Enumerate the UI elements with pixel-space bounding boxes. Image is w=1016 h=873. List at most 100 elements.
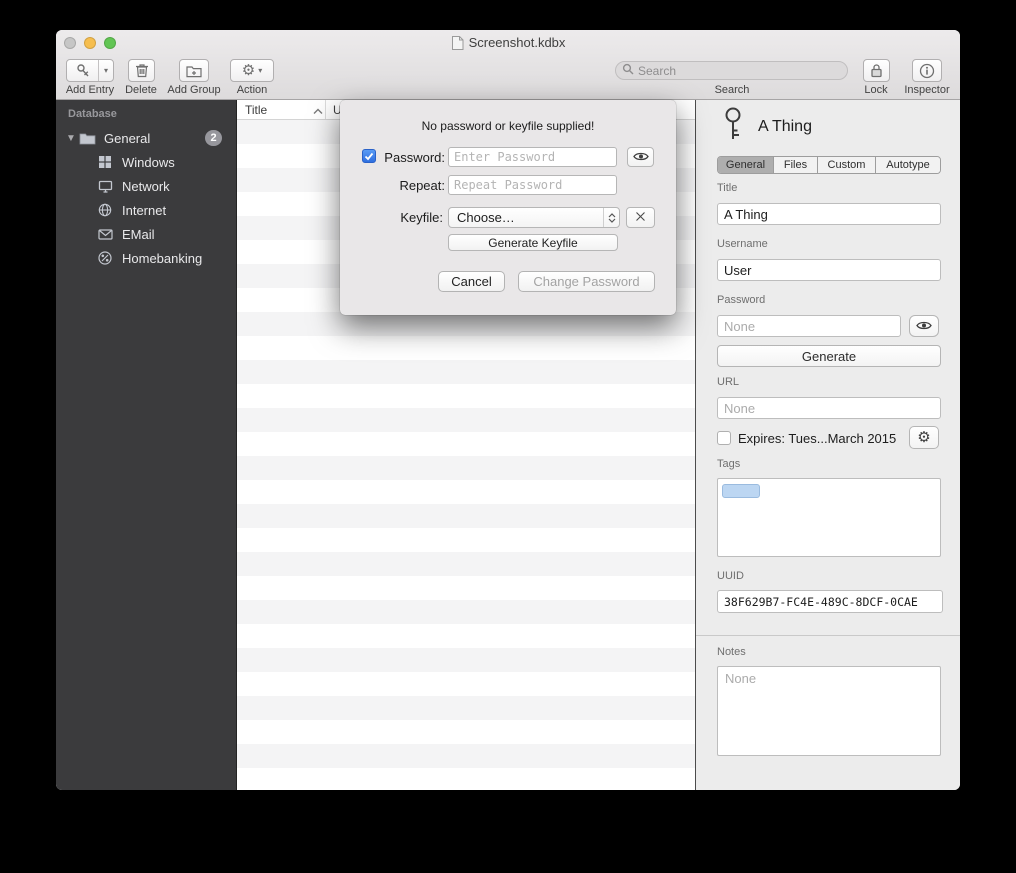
app-window: Screenshot.kdbx ▾ Add Entry Delete (56, 30, 960, 790)
password-label: Password (717, 294, 765, 306)
reveal-password-button[interactable] (909, 315, 939, 337)
title-field[interactable] (717, 203, 941, 225)
add-entry-button[interactable]: ▾ (66, 59, 114, 82)
sidebar: Database ▼ General 2 Windows Networ (56, 100, 237, 790)
globe-icon (96, 203, 114, 217)
url-field[interactable] (717, 397, 941, 419)
search-label: Search (696, 84, 768, 96)
tag-token[interactable] (722, 484, 760, 498)
add-entry-dropdown-arrow[interactable]: ▾ (98, 60, 113, 81)
document-icon (451, 36, 464, 53)
password-field[interactable] (717, 315, 901, 337)
entry-title: A Thing (758, 118, 812, 136)
dialog-message: No password or keyfile supplied! (340, 119, 676, 133)
tags-label: Tags (717, 458, 740, 470)
add-folder-icon (186, 64, 202, 78)
tab-custom[interactable]: Custom (818, 157, 876, 173)
mail-icon (96, 229, 114, 240)
add-group-button[interactable] (179, 59, 209, 82)
sidebar-item-internet[interactable]: Internet (56, 198, 236, 222)
action-button[interactable]: ⚙ ▾ (230, 59, 274, 82)
folder-icon (78, 132, 96, 145)
keyfile-popup[interactable]: Choose… (448, 207, 620, 228)
close-x-icon (635, 210, 646, 225)
notes-field[interactable] (717, 666, 941, 756)
password-checkbox[interactable] (362, 149, 376, 163)
action-dropdown-arrow: ▾ (258, 66, 262, 75)
expires-checkbox[interactable] (717, 431, 731, 445)
windows-icon (96, 155, 114, 169)
action-label: Action (224, 84, 280, 96)
entry-key-icon (719, 106, 747, 147)
trash-icon (135, 63, 149, 78)
sidebar-item-label: Network (122, 179, 170, 194)
sidebar-item-network[interactable]: Network (56, 174, 236, 198)
window-chrome: Screenshot.kdbx ▾ Add Entry Delete (56, 30, 960, 100)
window-title: Screenshot.kdbx (56, 35, 960, 53)
gear-icon: ⚙ (242, 63, 255, 78)
check-icon (364, 152, 374, 161)
sidebar-group-general[interactable]: ▼ General 2 (56, 126, 236, 150)
search-input[interactable] (638, 64, 841, 78)
tab-files[interactable]: Files (774, 157, 818, 173)
gear-icon: ⚙ (917, 430, 930, 445)
title-label: Title (717, 182, 737, 194)
key-icon (67, 63, 98, 79)
stepper-arrows-icon (603, 208, 619, 227)
sidebar-item-windows[interactable]: Windows (56, 150, 236, 174)
uuid-field[interactable] (717, 590, 943, 613)
sidebar-item-email[interactable]: EMail (56, 222, 236, 246)
tab-general[interactable]: General (718, 157, 774, 173)
sidebar-item-homebanking[interactable]: Homebanking (56, 246, 236, 270)
change-password-button[interactable]: Change Password (518, 271, 655, 292)
eye-icon (633, 150, 649, 165)
dialog-repeat-input[interactable] (448, 175, 617, 195)
expires-settings-button[interactable]: ⚙ (909, 426, 939, 449)
sidebar-item-label: Internet (122, 203, 166, 218)
dialog-keyfile-label: Keyfile: (378, 210, 443, 225)
network-icon (96, 180, 114, 193)
tags-box[interactable] (717, 478, 941, 557)
cancel-button[interactable]: Cancel (438, 271, 505, 292)
inspector-label: Inspector (893, 84, 960, 96)
inspector-button[interactable] (912, 59, 942, 82)
homebanking-icon (96, 251, 114, 265)
delete-button[interactable] (128, 59, 155, 82)
inspector-panel: A Thing General Files Custom Autotype Ti… (695, 100, 960, 790)
lock-button[interactable] (863, 59, 890, 82)
content-area: Database ▼ General 2 Windows Networ (56, 100, 960, 790)
dialog-repeat-label: Repeat: (380, 178, 445, 193)
sidebar-item-label: Homebanking (122, 251, 202, 266)
divider (696, 635, 960, 636)
generate-password-button[interactable]: Generate (717, 345, 941, 367)
column-header-title[interactable]: Title (245, 103, 267, 117)
sidebar-group-label: General (104, 131, 150, 146)
add-group-label: Add Group (160, 84, 228, 96)
username-field[interactable] (717, 259, 941, 281)
sort-ascending-icon (313, 104, 323, 118)
dialog-password-label: Password: (380, 150, 445, 165)
change-password-dialog: No password or keyfile supplied! Passwor… (340, 100, 676, 315)
sidebar-section-header: Database (68, 108, 117, 120)
entry-count-badge: 2 (205, 130, 222, 146)
dialog-password-input[interactable] (448, 147, 617, 167)
window-title-text: Screenshot.kdbx (469, 35, 566, 50)
inspector-tabs: General Files Custom Autotype (717, 156, 941, 174)
url-label: URL (717, 376, 739, 388)
uuid-label: UUID (717, 570, 744, 582)
clear-keyfile-button[interactable] (626, 207, 655, 228)
search-field[interactable] (615, 61, 848, 80)
sidebar-item-label: Windows (122, 155, 175, 170)
eye-icon (916, 319, 932, 334)
info-icon (919, 63, 935, 79)
generate-keyfile-button[interactable]: Generate Keyfile (448, 234, 618, 251)
dialog-reveal-password-button[interactable] (627, 147, 654, 167)
lock-icon (870, 63, 883, 78)
column-divider[interactable] (325, 100, 326, 119)
search-icon (622, 62, 634, 80)
notes-label: Notes (717, 646, 746, 658)
tab-autotype[interactable]: Autotype (876, 157, 940, 173)
username-label: Username (717, 238, 768, 250)
disclosure-triangle-icon[interactable]: ▼ (66, 133, 78, 144)
keyfile-popup-value: Choose… (457, 210, 515, 225)
